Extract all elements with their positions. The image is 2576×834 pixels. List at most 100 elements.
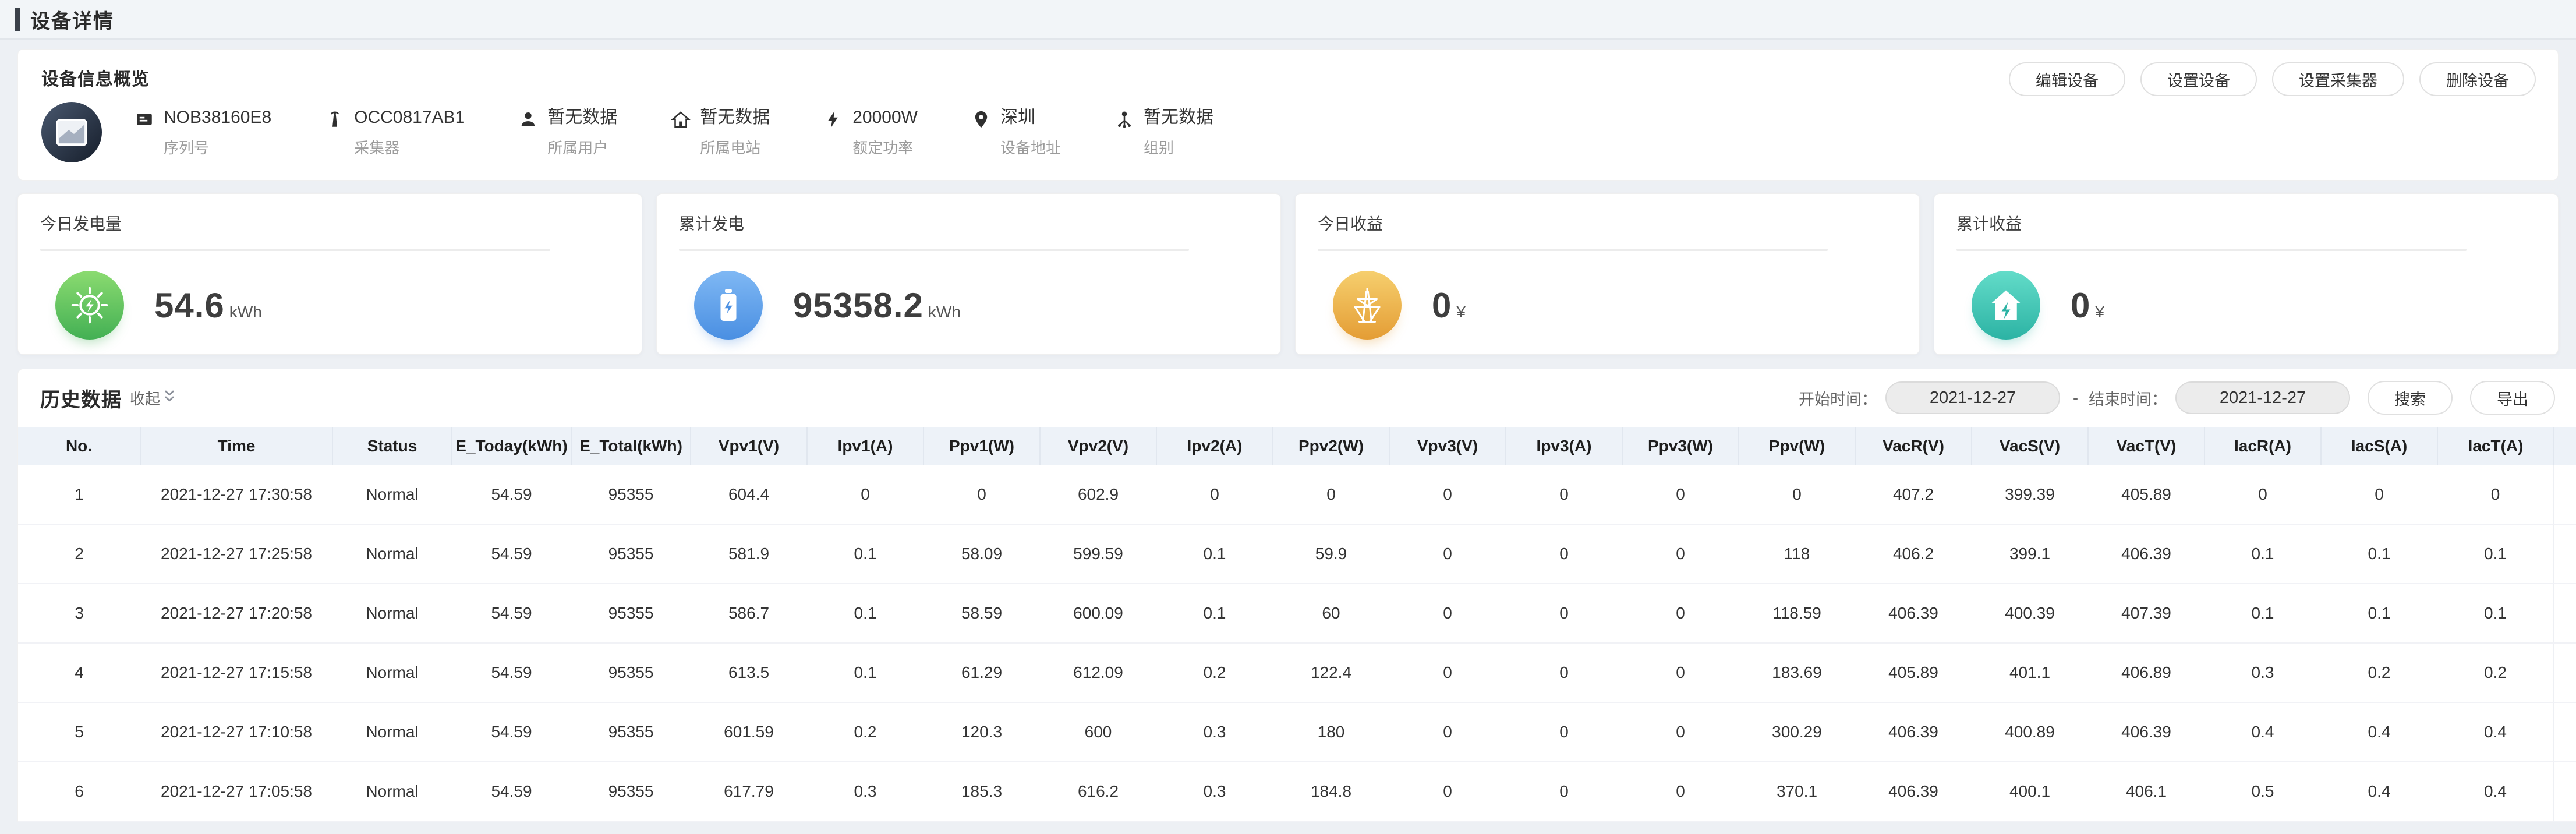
table-cell: 0.4 <box>2205 702 2321 762</box>
start-date-input[interactable]: 2021-12-27 <box>1885 381 2060 414</box>
device-info-items: NOB38160E8序列号OCC0817AB1采集器暂无数据所属用户暂无数据所属… <box>135 107 1267 158</box>
table-cell: 58.59 <box>923 584 1040 643</box>
table-cell: 0.1 <box>2321 524 2437 584</box>
table-cell: 406.39 <box>1855 702 1972 762</box>
collapse-label: 收起 <box>130 387 160 409</box>
device-info-row: NOB38160E8序列号OCC0817AB1采集器暂无数据所属用户暂无数据所属… <box>41 102 2535 162</box>
info-value: 暂无数据 <box>1144 107 1213 128</box>
table-cell: 183.69 <box>1739 643 1855 702</box>
table-cell: 0 <box>1739 465 1855 524</box>
table-cell: 0 <box>1506 524 1622 584</box>
table-cell: 0 <box>1506 465 1622 524</box>
table-cell: Normal <box>332 762 452 821</box>
column-header: E_Total(kWh) <box>571 427 691 465</box>
table-cell: 95355 <box>571 465 691 524</box>
table-cell: 2021-12-27 17:20:58 <box>140 584 332 643</box>
table-cell: 0 <box>2205 465 2321 524</box>
table-cell: 0.2 <box>807 702 923 762</box>
column-header: Ppv(W) <box>1739 427 1855 465</box>
configure-collector-button[interactable]: 设置采集器 <box>2272 62 2404 96</box>
info-value: 20000W <box>852 107 918 128</box>
table-cell-overflow <box>2554 762 2576 821</box>
table-cell: 612.09 <box>1040 643 1156 702</box>
column-header: Vpv2(V) <box>1040 427 1156 465</box>
table-cell: 0 <box>807 465 923 524</box>
collector-icon <box>325 109 345 129</box>
info-value: 暂无数据 <box>700 107 770 128</box>
table-row: 52021-12-27 17:10:58Normal54.5995355601.… <box>18 702 2576 762</box>
table-cell: 120.3 <box>923 702 1040 762</box>
table-row: 32021-12-27 17:20:58Normal54.5995355586.… <box>18 584 2576 643</box>
table-cell: 406.39 <box>1855 762 1972 821</box>
table-cell: Normal <box>332 584 452 643</box>
history-card: 历史数据 收起 开始时间： 2021-12-27 - 结束时间： <box>17 369 2576 822</box>
table-cell: 2021-12-27 17:15:58 <box>140 643 332 702</box>
table-cell: 0 <box>923 465 1040 524</box>
configure-device-button[interactable]: 设置设备 <box>2140 62 2257 96</box>
search-button[interactable]: 搜索 <box>2368 381 2453 415</box>
table-cell: 0.1 <box>2205 584 2321 643</box>
table-cell: 0 <box>1622 584 1739 643</box>
info-label: 所属电站 <box>700 136 770 158</box>
info-label: 采集器 <box>354 136 465 158</box>
history-header: 历史数据 收起 开始时间： 2021-12-27 - 结束时间： <box>18 381 2576 415</box>
table-cell: 2021-12-27 17:30:58 <box>140 465 332 524</box>
page-header: 设备详情 <box>0 0 2576 40</box>
table-cell: 0 <box>1622 524 1739 584</box>
table-cell-overflow <box>2554 643 2576 702</box>
info-label: 序列号 <box>164 136 271 158</box>
table-cell: 0.1 <box>807 584 923 643</box>
column-header: Ipv3(A) <box>1506 427 1622 465</box>
column-header: Ipv1(A) <box>807 427 923 465</box>
table-cell: 0.4 <box>2437 702 2554 762</box>
table-cell: 0.4 <box>2321 762 2437 821</box>
stat-value: 0 <box>1432 285 1452 326</box>
column-header: VacR(V) <box>1855 427 1972 465</box>
stat-divider <box>1956 249 2467 251</box>
table-cell: 0.3 <box>1156 762 1273 821</box>
double-chevron-down-icon <box>161 388 178 408</box>
table-cell: 0.2 <box>2321 643 2437 702</box>
table-cell: 2021-12-27 17:25:58 <box>140 524 332 584</box>
stat-divider <box>40 249 550 251</box>
table-cell-overflow <box>2554 524 2576 584</box>
table-cell: 406.39 <box>2088 524 2205 584</box>
table-cell: 604.4 <box>691 465 807 524</box>
table-cell: 399.1 <box>1972 524 2088 584</box>
table-cell: 616.2 <box>1040 762 1156 821</box>
edit-device-button[interactable]: 编辑设备 <box>2009 62 2125 96</box>
device-overview-card: 设备信息概览 编辑设备设置设备设置采集器删除设备 NO <box>17 49 2559 181</box>
stat-title: 累计收益 <box>1956 211 2536 235</box>
table-cell: 0 <box>1156 465 1273 524</box>
table-cell: 599.59 <box>1040 524 1156 584</box>
device-plant: 暂无数据所属电站 <box>671 107 770 158</box>
table-cell: 95355 <box>571 762 691 821</box>
sun-energy-icon <box>55 271 124 340</box>
page-title: 设备详情 <box>30 5 114 34</box>
column-header: Ppv3(W) <box>1622 427 1739 465</box>
table-cell: 0 <box>1389 524 1506 584</box>
table-row: 22021-12-27 17:25:58Normal54.5995355581.… <box>18 524 2576 584</box>
table-cell: 406.39 <box>1855 584 1972 643</box>
table-cell: 400.39 <box>1972 584 2088 643</box>
table-row: 62021-12-27 17:05:58Normal54.5995355617.… <box>18 762 2576 821</box>
column-header: No. <box>18 427 140 465</box>
table-cell: 60 <box>1273 584 1389 643</box>
end-time-label: 结束时间： <box>2089 387 2167 409</box>
table-cell: 54.59 <box>452 762 571 821</box>
table-cell: 0.1 <box>807 524 923 584</box>
stat-card-total-generation: 累计发电95358.2kWh <box>656 193 1281 355</box>
table-row: 12021-12-27 17:30:58Normal54.5995355604.… <box>18 465 2576 524</box>
table-cell: 95355 <box>571 702 691 762</box>
table-cell: 406.1 <box>2088 762 2205 821</box>
table-cell: 617.79 <box>691 762 807 821</box>
collapse-toggle[interactable]: 收起 <box>130 387 178 409</box>
export-button[interactable]: 导出 <box>2470 381 2555 415</box>
table-cell: 0.1 <box>807 643 923 702</box>
info-value: OCC0817AB1 <box>354 107 465 128</box>
table-cell: 185.3 <box>923 762 1040 821</box>
end-date-input[interactable]: 2021-12-27 <box>2175 381 2350 414</box>
delete-device-button[interactable]: 删除设备 <box>2419 62 2536 96</box>
table-cell-overflow <box>2554 584 2576 643</box>
table-cell: 0 <box>1506 762 1622 821</box>
